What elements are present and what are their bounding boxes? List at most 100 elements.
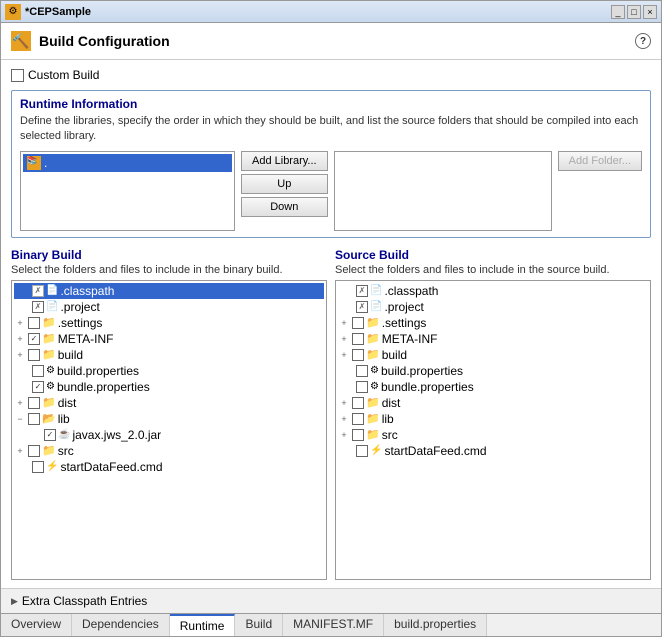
expand-icon[interactable]: + [338, 333, 350, 345]
check-icon[interactable] [28, 317, 40, 329]
folder-icon: 📁 [366, 428, 380, 441]
expand-icon [342, 285, 354, 297]
source-build-panel: Source Build Select the folders and file… [335, 248, 651, 580]
help-button[interactable]: ? [635, 33, 651, 49]
check-icon[interactable] [352, 333, 364, 345]
tree-row[interactable]: ⚙ bundle.properties [14, 379, 324, 395]
tree-row[interactable]: + 📁 .settings [14, 315, 324, 331]
runtime-section-desc: Define the libraries, specify the order … [20, 114, 642, 145]
tree-row[interactable]: + 📁 src [14, 443, 324, 459]
tree-row[interactable]: 📄 .classpath [338, 283, 648, 299]
tab-dependencies-label: Dependencies [82, 617, 159, 631]
expand-icon[interactable]: − [14, 413, 26, 425]
tree-row[interactable]: − 📂 lib [14, 411, 324, 427]
tree-row[interactable]: ⚙ bundle.properties [338, 379, 648, 395]
binary-build-title: Binary Build [11, 248, 327, 262]
expand-icon [18, 365, 30, 377]
up-button[interactable]: Up [241, 174, 328, 194]
check-icon[interactable] [356, 365, 368, 377]
expand-icon[interactable]: + [338, 397, 350, 409]
check-icon[interactable] [352, 349, 364, 361]
tab-dependencies[interactable]: Dependencies [72, 614, 170, 636]
extra-classpath-row[interactable]: ▶ Extra Classpath Entries [1, 588, 661, 613]
check-icon[interactable] [32, 461, 44, 473]
expand-icon[interactable]: + [14, 317, 26, 329]
item-label: build.properties [381, 364, 463, 378]
maximize-button[interactable]: □ [627, 5, 641, 19]
tree-row[interactable]: 📄 .project [14, 299, 324, 315]
tree-row[interactable]: ☕ javax.jws_2.0.jar [14, 427, 324, 443]
expand-icon[interactable]: + [14, 349, 26, 361]
tree-row[interactable]: ⚡ startDataFeed.cmd [14, 459, 324, 475]
tree-row[interactable]: 📄 .project [338, 299, 648, 315]
item-label: bundle.properties [381, 380, 474, 394]
check-icon[interactable] [32, 365, 44, 377]
source-build-tree: 📄 .classpath 📄 .project + [335, 280, 651, 580]
tree-row[interactable]: + 📁 lib [338, 411, 648, 427]
tree-row[interactable]: ⚡ startDataFeed.cmd [338, 443, 648, 459]
tab-runtime[interactable]: Runtime [170, 614, 236, 636]
item-label: src [382, 428, 398, 442]
check-icon[interactable] [32, 381, 44, 393]
folder-icon: 📁 [366, 396, 380, 409]
library-item[interactable]: 📚 . [23, 154, 232, 172]
item-label: .settings [382, 316, 427, 330]
check-icon[interactable] [28, 397, 40, 409]
main-window: ⚙ *CEPSample _ □ × 🔨 Build Configuration… [0, 0, 662, 637]
tab-overview[interactable]: Overview [1, 614, 72, 636]
check-icon[interactable] [32, 285, 44, 297]
item-label: build.properties [57, 364, 139, 378]
item-label: startDataFeed.cmd [384, 444, 486, 458]
tab-build[interactable]: Build [235, 614, 283, 636]
folder-icon: 📂 [42, 412, 56, 425]
folder-icon: 📁 [42, 444, 56, 457]
library-buttons: Add Library... Up Down [241, 151, 328, 231]
tree-row[interactable]: + 📁 build [14, 347, 324, 363]
add-folder-button[interactable]: Add Folder... [558, 151, 642, 171]
check-icon[interactable] [352, 413, 364, 425]
tree-row[interactable]: + 📁 dist [14, 395, 324, 411]
file-icon: ⚙ [46, 381, 55, 392]
tree-row[interactable]: + 📁 META-INF [14, 331, 324, 347]
check-icon[interactable] [352, 429, 364, 441]
expand-icon[interactable]: + [14, 333, 26, 345]
check-icon[interactable] [32, 301, 44, 313]
check-icon[interactable] [356, 285, 368, 297]
check-icon[interactable] [352, 317, 364, 329]
item-label: .settings [58, 316, 103, 330]
expand-icon [18, 301, 30, 313]
tree-row[interactable]: + 📁 META-INF [338, 331, 648, 347]
close-button[interactable]: × [643, 5, 657, 19]
down-button[interactable]: Down [241, 197, 328, 217]
tree-row[interactable]: + 📁 dist [338, 395, 648, 411]
check-icon[interactable] [28, 349, 40, 361]
tree-row[interactable]: ⚙ build.properties [338, 363, 648, 379]
tree-row[interactable]: + 📁 build [338, 347, 648, 363]
tab-bar: Overview Dependencies Runtime Build MANI… [1, 613, 661, 636]
check-icon[interactable] [28, 445, 40, 457]
check-icon[interactable] [356, 301, 368, 313]
expand-icon[interactable]: + [338, 413, 350, 425]
custom-build-checkbox[interactable] [11, 69, 24, 82]
expand-icon[interactable]: + [338, 349, 350, 361]
window-icon: ⚙ [5, 4, 21, 20]
add-library-button[interactable]: Add Library... [241, 151, 328, 171]
expand-icon[interactable]: + [338, 317, 350, 329]
check-icon[interactable] [28, 413, 40, 425]
check-icon[interactable] [356, 381, 368, 393]
minimize-button[interactable]: _ [611, 5, 625, 19]
tree-row[interactable]: + 📁 .settings [338, 315, 648, 331]
expand-icon[interactable]: + [14, 445, 26, 457]
tree-row[interactable]: ⚙ build.properties [14, 363, 324, 379]
tab-buildproperties[interactable]: build.properties [384, 614, 487, 636]
tree-row[interactable]: 📄 .classpath [14, 283, 324, 299]
file-icon: ⚙ [370, 365, 379, 376]
check-icon[interactable] [44, 429, 56, 441]
expand-icon[interactable]: + [338, 429, 350, 441]
tree-row[interactable]: + 📁 src [338, 427, 648, 443]
check-icon[interactable] [352, 397, 364, 409]
check-icon[interactable] [28, 333, 40, 345]
expand-icon[interactable]: + [14, 397, 26, 409]
check-icon[interactable] [356, 445, 368, 457]
tab-manifest[interactable]: MANIFEST.MF [283, 614, 384, 636]
